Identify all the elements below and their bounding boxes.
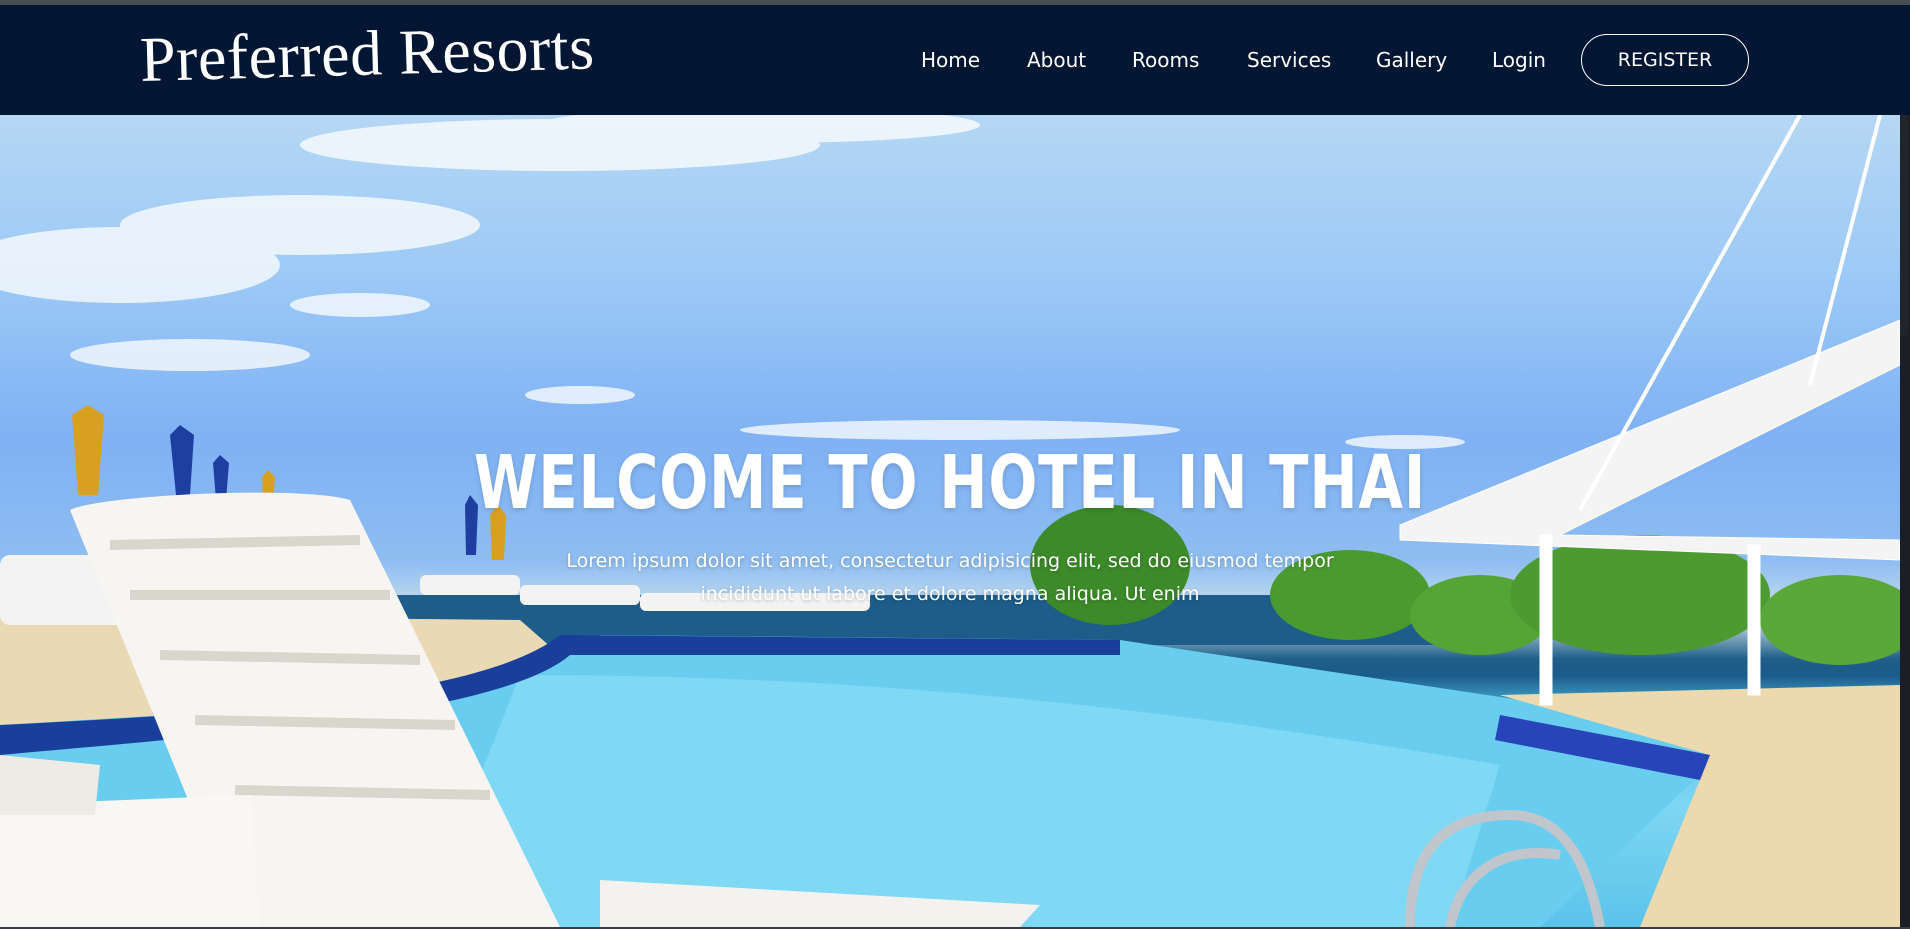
register-button[interactable]: REGISTER: [1581, 34, 1749, 86]
hero-title: WELCOME TO HOTEL IN THAI: [473, 440, 1427, 526]
scrollbar-thumb[interactable]: [1900, 115, 1908, 335]
nav-rooms[interactable]: Rooms: [1132, 48, 1199, 72]
nav-about[interactable]: About: [1027, 48, 1086, 72]
site-header: Preferred Resorts Home About Rooms Servi…: [0, 5, 1910, 115]
hero-description: Lorem ipsum dolor sit amet, consectetur …: [566, 550, 1334, 605]
clouds-shape: [0, 115, 1465, 449]
hero-banner: WELCOME TO HOTEL IN THAI Lorem ipsum dol…: [0, 115, 1900, 927]
nav-gallery[interactable]: Gallery: [1376, 48, 1447, 72]
nav-login[interactable]: Login: [1492, 48, 1546, 72]
nav-home[interactable]: Home: [921, 48, 980, 72]
nav-services[interactable]: Services: [1247, 48, 1331, 72]
